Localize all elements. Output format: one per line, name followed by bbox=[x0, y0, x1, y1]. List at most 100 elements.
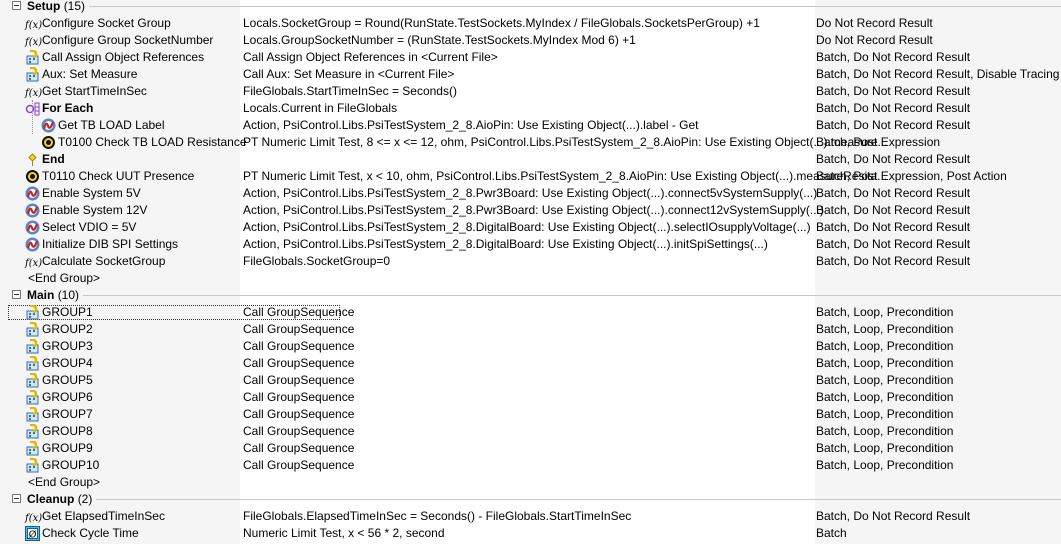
step-row[interactable]: GROUP7 Call GroupSequence Batch, Loop, P… bbox=[0, 406, 1061, 423]
step-row[interactable]: Get TB LOAD Label Action, PsiControl.Lib… bbox=[0, 117, 1061, 134]
step-description: Call GroupSequence bbox=[243, 339, 355, 353]
step-row[interactable]: Select VDIO = 5V Action, PsiControl.Libs… bbox=[0, 219, 1061, 236]
step-row[interactable]: GROUP5 Call GroupSequence Batch, Loop, P… bbox=[0, 372, 1061, 389]
step-row[interactable]: T0100 Check TB LOAD Resistance PT Numeri… bbox=[0, 134, 1061, 151]
step-description: PT Numeric Limit Test, 8 <= x <= 12, ohm… bbox=[243, 135, 888, 149]
step-row[interactable]: Call Assign Object References Call Assig… bbox=[0, 49, 1061, 66]
sequence-call-icon bbox=[25, 457, 40, 473]
step-row[interactable]: GROUP3 Call GroupSequence Batch, Loop, P… bbox=[0, 338, 1061, 355]
step-description: Numeric Limit Test, x < 56 * 2, second bbox=[243, 526, 445, 540]
step-settings: Batch, Loop, Precondition bbox=[816, 458, 954, 472]
step-name: Check Cycle Time bbox=[42, 526, 139, 540]
step-description: Call GroupSequence bbox=[243, 305, 355, 319]
step-row[interactable]: T0110 Check UUT Presence PT Numeric Limi… bbox=[0, 168, 1061, 185]
step-row[interactable]: End Batch, Do Not Record Result bbox=[0, 151, 1061, 168]
step-description: Call GroupSequence bbox=[243, 407, 355, 421]
step-description: Call GroupSequence bbox=[243, 441, 355, 455]
step-settings: Batch, Loop, Precondition bbox=[816, 322, 954, 336]
step-row[interactable]: GROUP9 Call GroupSequence Batch, Loop, P… bbox=[0, 440, 1061, 457]
step-row[interactable]: f(x) Get StartTimeInSec FileGlobals.Star… bbox=[0, 83, 1061, 100]
step-name: GROUP10 bbox=[42, 458, 100, 472]
step-settings: Batch, Do Not Record Result bbox=[816, 237, 971, 251]
step-settings: Batch, Post Expression, Post Action bbox=[816, 169, 1007, 183]
collapse-toggle-icon[interactable] bbox=[12, 290, 21, 299]
step-row[interactable]: GROUP1 Call GroupSequence Batch, Loop, P… bbox=[0, 304, 1061, 321]
sequence-call-icon bbox=[25, 49, 40, 65]
collapse-toggle-icon[interactable] bbox=[12, 494, 21, 503]
step-row[interactable]: Enable System 12V Action, PsiControl.Lib… bbox=[0, 202, 1061, 219]
step-description: Action, PsiControl.Libs.PsiTestSystem_2_… bbox=[243, 237, 768, 251]
step-row[interactable]: f(x) Configure Group SocketNumber Locals… bbox=[0, 32, 1061, 49]
step-settings: Batch, Do Not Record Result bbox=[816, 254, 971, 268]
sequence-call-icon bbox=[25, 389, 40, 405]
group-divider bbox=[89, 6, 1061, 7]
step-settings: Batch, Do Not Record Result bbox=[816, 186, 971, 200]
step-row[interactable]: f(x) Configure Socket Group Locals.Socke… bbox=[0, 15, 1061, 32]
step-name: Select VDIO = 5V bbox=[42, 220, 137, 234]
fx-icon: f(x) bbox=[25, 513, 43, 524]
group-label: Cleanup bbox=[27, 492, 75, 506]
step-name: GROUP2 bbox=[42, 322, 93, 336]
step-row[interactable]: GROUP2 Call GroupSequence Batch, Loop, P… bbox=[0, 321, 1061, 338]
step-description: Call GroupSequence bbox=[243, 424, 355, 438]
fx-icon: f(x) bbox=[25, 258, 43, 269]
group-header-setup[interactable]: Setup (15) bbox=[0, 0, 1061, 15]
step-row[interactable]: Aux: Set Measure Call Aux: Set Measure i… bbox=[0, 66, 1061, 83]
step-row[interactable]: Enable System 5V Action, PsiControl.Libs… bbox=[0, 185, 1061, 202]
limit-test-icon bbox=[41, 135, 56, 150]
step-description: Action, PsiControl.Libs.PsiTestSystem_2_… bbox=[243, 186, 818, 200]
action-icon bbox=[25, 220, 40, 235]
step-description: Action, PsiControl.Libs.PsiTestSystem_2_… bbox=[243, 118, 699, 132]
step-description: FileGlobals.ElapsedTimeInSec = Seconds()… bbox=[243, 509, 632, 523]
step-settings: Batch, Do Not Record Result bbox=[816, 509, 971, 523]
end-group-row[interactable]: <End Group> bbox=[0, 474, 1061, 491]
group-header-main[interactable]: Main (10) bbox=[0, 287, 1061, 304]
step-settings: Batch, Loop, Precondition bbox=[816, 390, 954, 404]
step-row[interactable]: GROUP6 Call GroupSequence Batch, Loop, P… bbox=[0, 389, 1061, 406]
step-name: End bbox=[42, 152, 65, 166]
step-settings: Batch, Do Not Record Result bbox=[816, 84, 971, 98]
step-name: For Each bbox=[42, 101, 94, 115]
step-description: FileGlobals.StartTimeInSec = Seconds() bbox=[243, 84, 457, 98]
sequence-call-icon bbox=[25, 406, 40, 422]
step-name: GROUP1 bbox=[42, 305, 93, 319]
step-name: Get StartTimeInSec bbox=[42, 84, 147, 98]
step-row[interactable]: GROUP10 Call GroupSequence Batch, Loop, … bbox=[0, 457, 1061, 474]
end-group-label: <End Group> bbox=[28, 475, 101, 489]
group-header-cleanup[interactable]: Cleanup (2) bbox=[0, 491, 1061, 508]
action-icon bbox=[25, 203, 40, 218]
step-description: Locals.GroupSocketNumber = (RunState.Tes… bbox=[243, 33, 636, 47]
step-name: GROUP9 bbox=[42, 441, 93, 455]
sequence-step-list[interactable]: Setup (15) f(x) Configure Socket Group L… bbox=[0, 0, 1061, 542]
step-name: Enable System 5V bbox=[42, 186, 141, 200]
step-name: Aux: Set Measure bbox=[42, 67, 138, 81]
end-group-row[interactable]: <End Group> bbox=[0, 270, 1061, 287]
step-row[interactable]: GROUP4 Call GroupSequence Batch, Loop, P… bbox=[0, 355, 1061, 372]
step-description: Call GroupSequence bbox=[243, 390, 355, 404]
step-settings: Batch, Do Not Record Result, Disable Tra… bbox=[816, 67, 1060, 81]
step-settings: Batch, Loop, Precondition bbox=[816, 305, 954, 319]
step-settings: Batch, Loop, Precondition bbox=[816, 339, 954, 353]
step-name: GROUP8 bbox=[42, 424, 93, 438]
step-row[interactable]: Initialize DIB SPI Settings Action, PsiC… bbox=[0, 236, 1061, 253]
step-description: Locals.SocketGroup = Round(RunState.Test… bbox=[243, 16, 760, 30]
step-row[interactable]: f(x) Calculate SocketGroup FileGlobals.S… bbox=[0, 253, 1061, 270]
step-settings: Batch, Do Not Record Result bbox=[816, 101, 971, 115]
sequence-call-icon bbox=[25, 338, 40, 354]
sequence-call-icon bbox=[25, 423, 40, 439]
step-row[interactable]: GROUP8 Call GroupSequence Batch, Loop, P… bbox=[0, 423, 1061, 440]
fx-icon: f(x) bbox=[25, 20, 43, 31]
step-settings: Batch, Do Not Record Result bbox=[816, 220, 971, 234]
step-description: Action, PsiControl.Libs.PsiTestSystem_2_… bbox=[243, 220, 811, 234]
step-description: Call Aux: Set Measure in <Current File> bbox=[243, 67, 455, 81]
step-row[interactable]: f(x) Get ElapsedTimeInSec FileGlobals.El… bbox=[0, 508, 1061, 525]
end-group-label: <End Group> bbox=[28, 271, 101, 285]
sequence-call-icon bbox=[25, 355, 40, 371]
step-row[interactable]: Ø Check Cycle Time Numeric Limit Test, x… bbox=[0, 525, 1061, 542]
step-row[interactable]: For Each Locals.Current in FileGlobals B… bbox=[0, 100, 1061, 117]
collapse-toggle-icon[interactable] bbox=[12, 1, 21, 10]
step-name: GROUP7 bbox=[42, 407, 93, 421]
sequence-call-icon bbox=[25, 372, 40, 388]
step-name: Enable System 12V bbox=[42, 203, 148, 217]
step-settings: Batch, Do Not Record Result bbox=[816, 152, 971, 166]
